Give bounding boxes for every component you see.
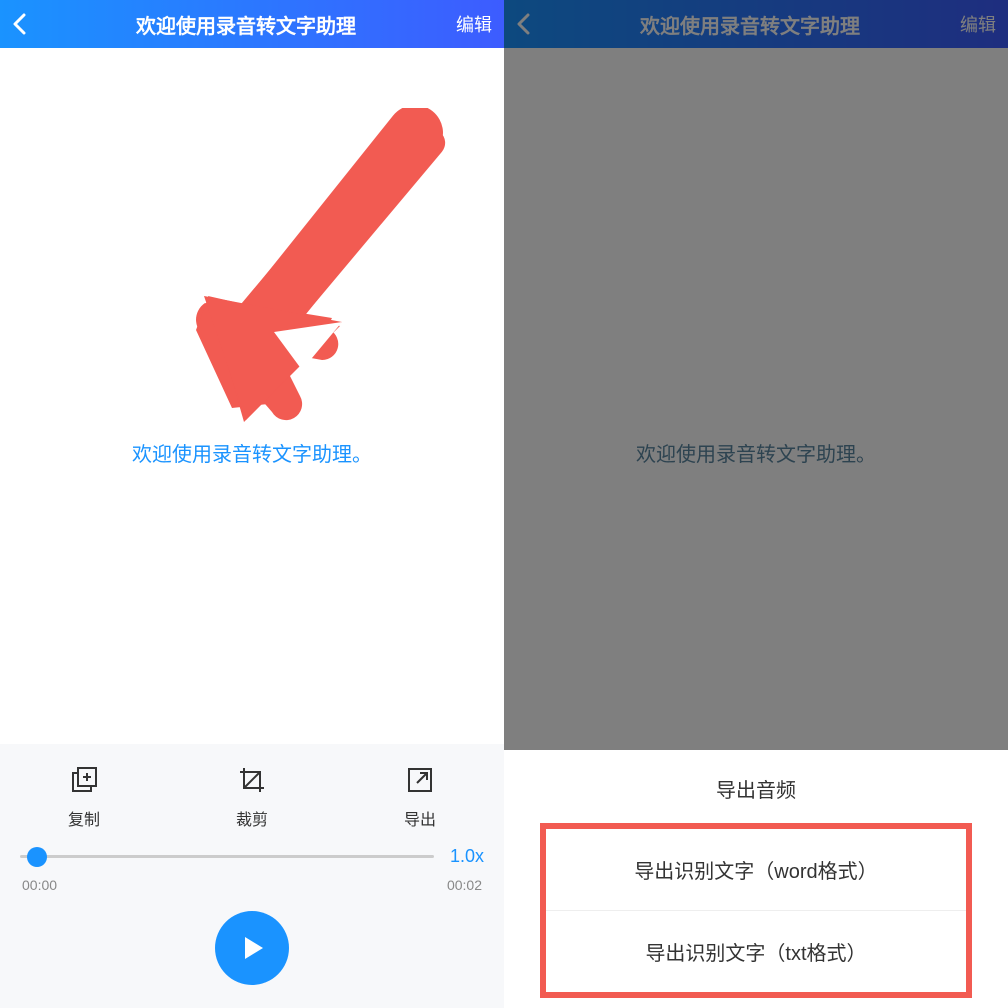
playback-speed[interactable]: 1.0x <box>444 846 484 867</box>
crop-label: 裁剪 <box>236 806 268 830</box>
crop-icon <box>236 764 268 796</box>
progress-slider[interactable] <box>20 855 434 858</box>
export-word-option[interactable]: 导出识别文字（word格式） <box>546 829 966 910</box>
player-panel: 1.0x 00:00 00:02 <box>0 838 504 1008</box>
progress-thumb[interactable] <box>27 847 47 867</box>
export-sheet: 导出音频 导出识别文字（word格式） 导出识别文字（txt格式） <box>504 750 1008 1008</box>
copy-label: 复制 <box>68 806 100 830</box>
screen-left-main: 欢迎使用录音转文字助理 编辑 <box>0 0 504 1008</box>
time-current: 00:00 <box>22 877 57 893</box>
copy-icon <box>68 764 100 796</box>
sheet-title: 导出音频 <box>504 758 1008 823</box>
crop-button[interactable]: 裁剪 <box>236 764 268 830</box>
time-total: 00:02 <box>447 877 482 893</box>
header-bar: 欢迎使用录音转文字助理 编辑 <box>0 0 504 48</box>
page-title: 欢迎使用录音转文字助理 <box>40 10 452 39</box>
edit-button[interactable]: 编辑 <box>452 11 492 37</box>
screen-right-export: 欢迎使用录音转文字助理 编辑 欢迎使用录音转文字助理。 导出音频 导出识别文字（… <box>504 0 1008 1008</box>
export-label: 导出 <box>404 806 436 830</box>
export-text-options-highlight: 导出识别文字（word格式） 导出识别文字（txt格式） <box>540 823 972 998</box>
bottom-toolbar: 复制 裁剪 导出 <box>0 744 504 838</box>
export-icon <box>404 764 436 796</box>
welcome-text: 欢迎使用录音转文字助理。 <box>0 438 504 467</box>
export-button[interactable]: 导出 <box>404 764 436 830</box>
annotation-arrow-icon <box>190 108 450 428</box>
back-button[interactable] <box>12 13 40 35</box>
play-button[interactable] <box>215 911 289 985</box>
play-icon <box>236 932 268 964</box>
export-txt-option[interactable]: 导出识别文字（txt格式） <box>546 910 966 992</box>
content-area: 欢迎使用录音转文字助理。 复制 裁剪 导出 <box>0 48 504 1008</box>
copy-button[interactable]: 复制 <box>68 764 100 830</box>
